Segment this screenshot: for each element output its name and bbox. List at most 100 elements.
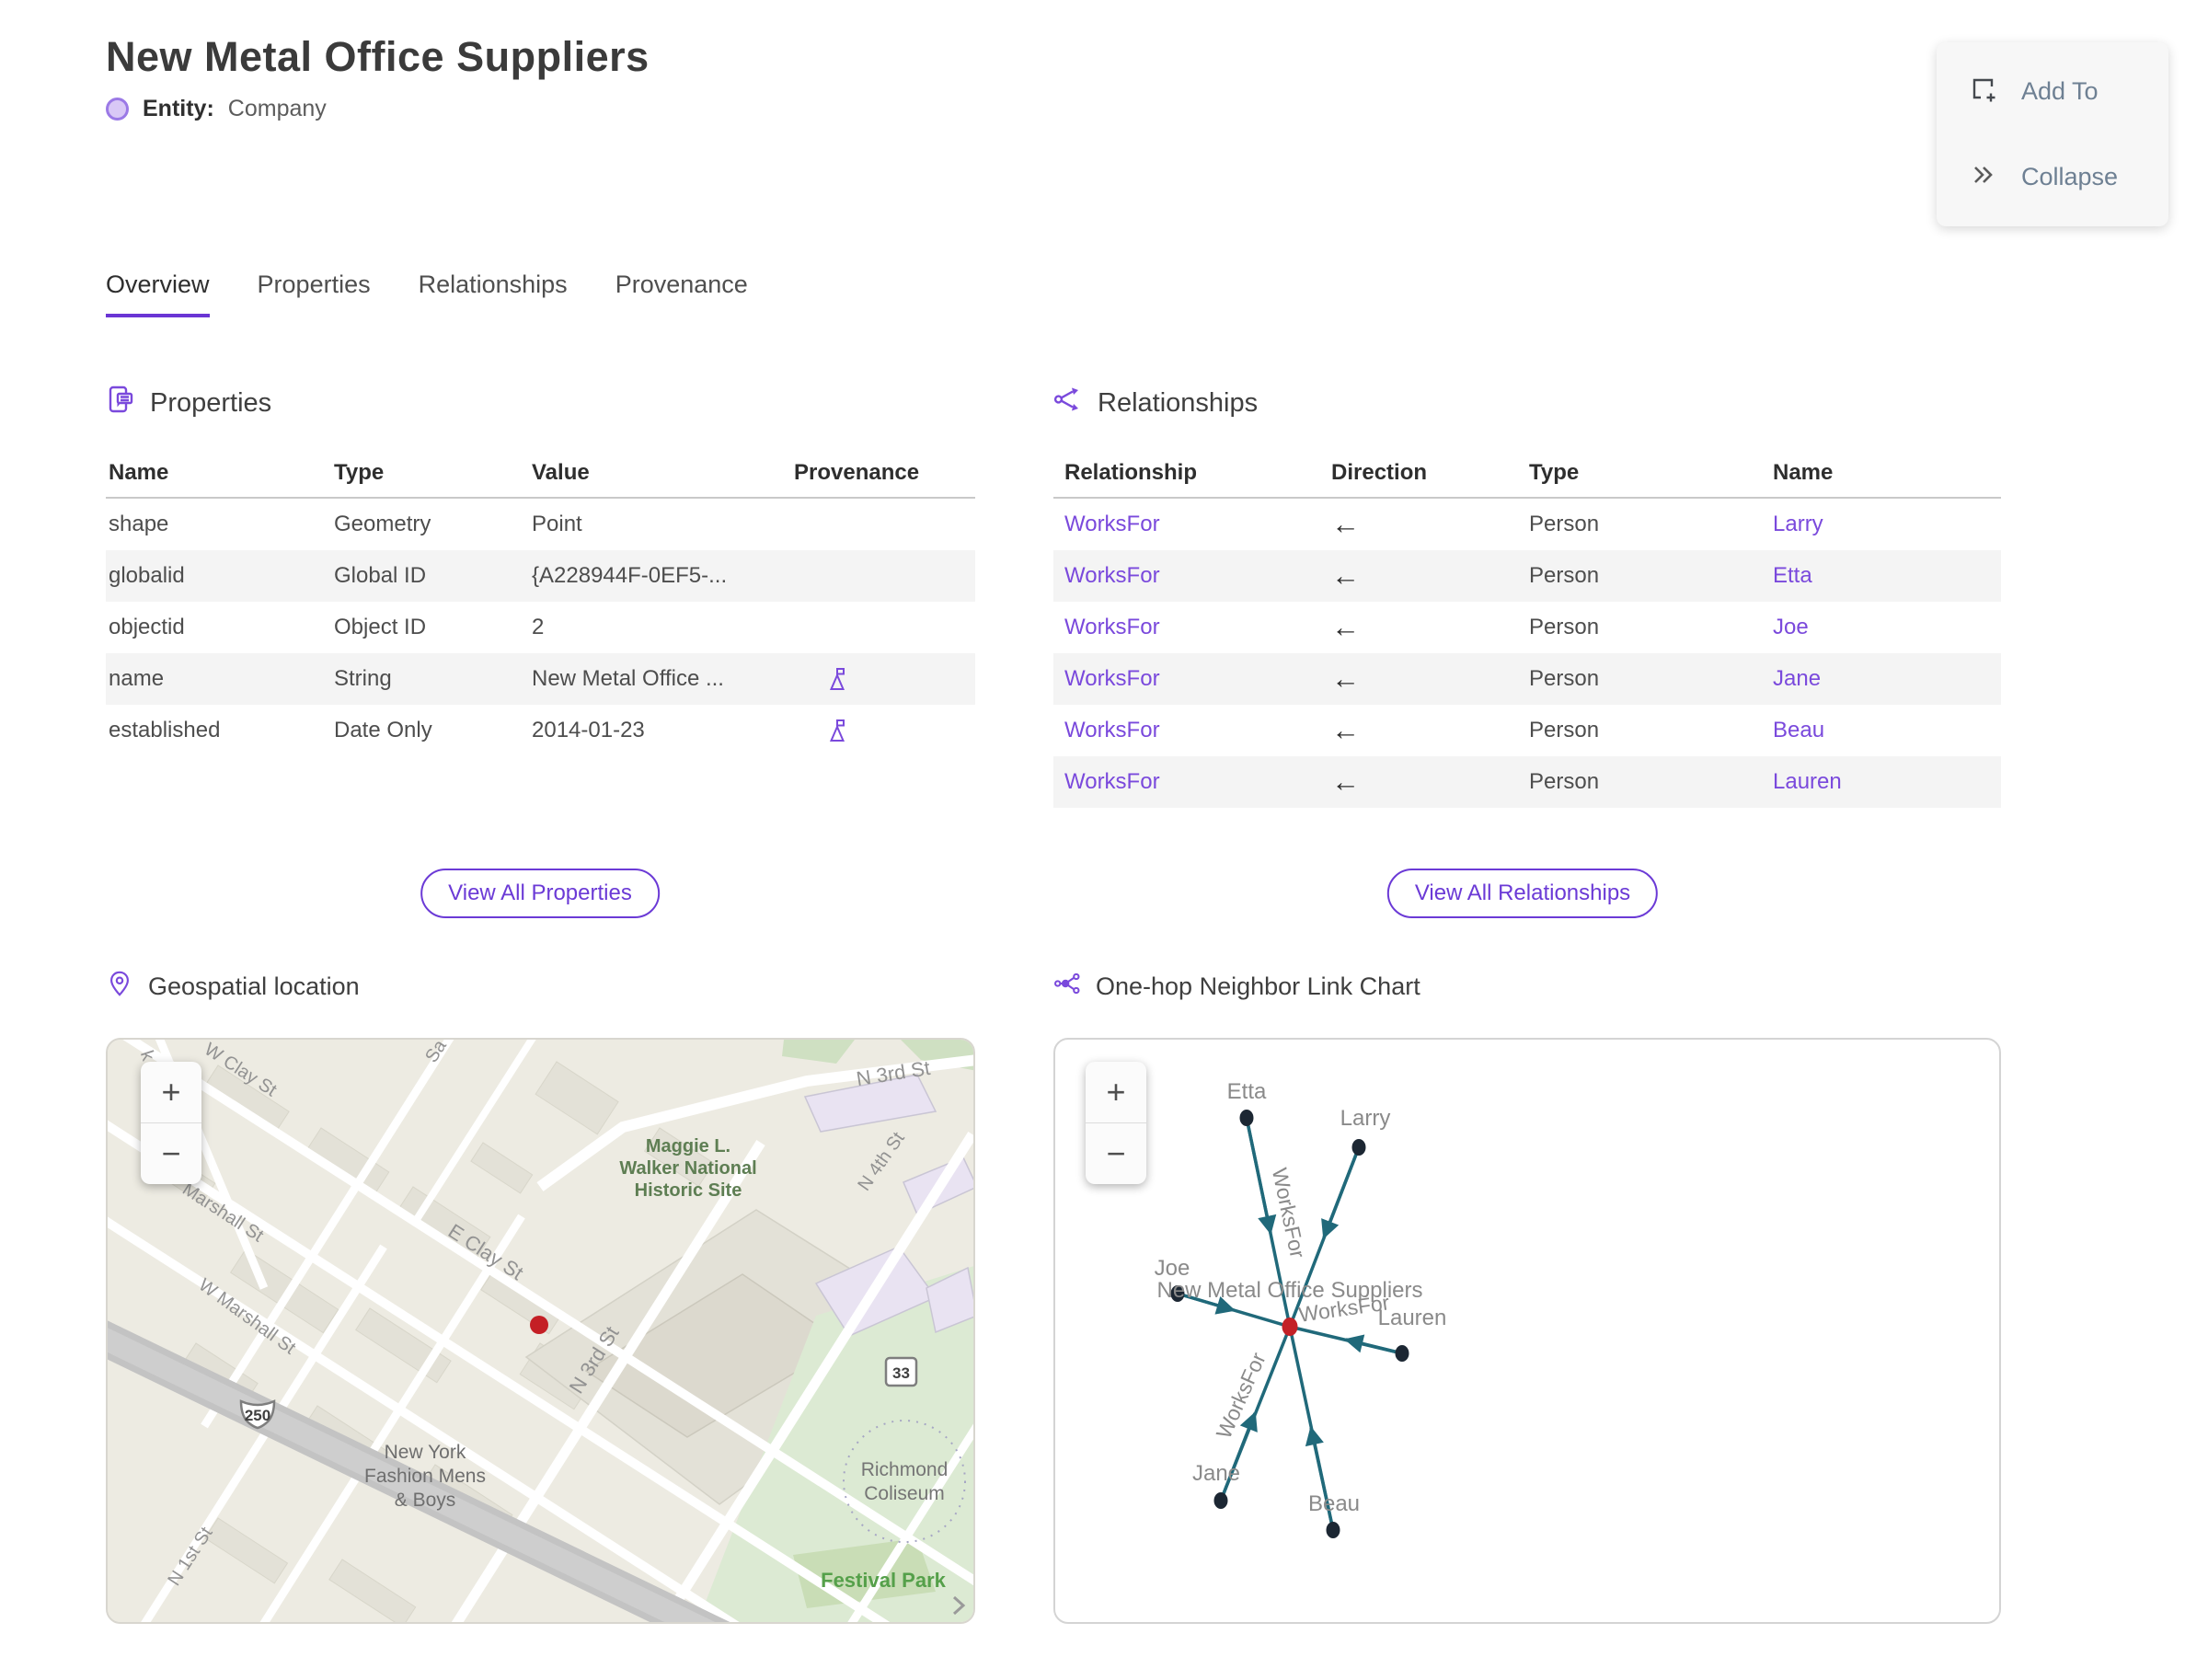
svg-text:New York: New York: [385, 1442, 466, 1463]
svg-text:Richmond: Richmond: [861, 1459, 949, 1480]
provenance-flag-icon[interactable]: [791, 665, 975, 693]
col-relationship: Relationship: [1064, 460, 1198, 485]
entity-link[interactable]: Beau: [1762, 718, 2001, 743]
svg-text:Walker National: Walker National: [619, 1158, 756, 1179]
col-value: Value: [532, 460, 590, 485]
table-row: established Date Only 2014-01-23: [106, 705, 975, 756]
relationship-link[interactable]: WorksFor: [1053, 563, 1320, 589]
col-provenance: Provenance: [794, 460, 920, 485]
direction-arrow: ←: [1331, 765, 1360, 798]
node-label: Beau: [1308, 1491, 1360, 1516]
map-pin-icon: [106, 970, 133, 1004]
svg-text:& Boys: & Boys: [395, 1490, 456, 1511]
node-lauren[interactable]: [1395, 1345, 1409, 1362]
tab-provenance[interactable]: Provenance: [615, 270, 748, 317]
poi-label-festival-park: Festival Park: [821, 1569, 947, 1592]
relationships-section-heading: Relationships: [1053, 385, 1258, 421]
relationships-heading-label: Relationships: [1098, 387, 1259, 418]
view-all-relationships-button[interactable]: View All Relationships: [1386, 869, 1659, 918]
geospatial-section-heading: Geospatial location: [106, 970, 360, 1004]
geospatial-heading-label: Geospatial location: [148, 972, 360, 1000]
collapse-button[interactable]: Collapse: [1937, 161, 2168, 193]
tab-overview[interactable]: Overview: [106, 270, 210, 317]
page-title: New Metal Office Suppliers: [106, 33, 650, 80]
node-beau[interactable]: [1326, 1522, 1340, 1538]
direction-arrow: ←: [1331, 508, 1360, 540]
node-larry[interactable]: [1351, 1139, 1366, 1156]
zoom-in-button[interactable]: +: [1086, 1062, 1146, 1123]
provenance-flag-icon[interactable]: [791, 717, 975, 744]
center-node-label: New Metal Office Suppliers: [1156, 1278, 1422, 1303]
properties-section-heading: Properties: [106, 385, 271, 421]
entity-link[interactable]: Lauren: [1762, 769, 2001, 795]
route-shield-250: 250: [239, 1399, 276, 1430]
svg-text:Historic Site: Historic Site: [635, 1180, 742, 1201]
zoom-out-button[interactable]: −: [1086, 1123, 1146, 1184]
actions-card: Add To Collapse: [1937, 42, 2168, 226]
col-name: Name: [1773, 460, 1834, 485]
entity-type-value: Company: [227, 96, 327, 121]
table-row: objectid Object ID 2: [109, 615, 545, 639]
direction-arrow: ←: [1331, 662, 1360, 695]
zoom-in-button[interactable]: +: [141, 1062, 201, 1123]
properties-icon: [106, 385, 135, 421]
node-label: Lauren: [1378, 1306, 1447, 1330]
linkchart-section-heading: One-hop Neighbor Link Chart: [1053, 970, 1420, 1004]
relationships-icon: [1053, 385, 1083, 421]
node-label: Etta: [1227, 1079, 1267, 1104]
zoom-out-button[interactable]: −: [141, 1123, 201, 1184]
relationship-link[interactable]: WorksFor: [1053, 769, 1320, 795]
properties-table: Name Type Value Provenance shape Geometr…: [106, 449, 975, 756]
entity-link[interactable]: Joe: [1762, 615, 2001, 640]
col-name: Name: [109, 460, 169, 485]
entity-link[interactable]: Etta: [1762, 563, 2001, 589]
chart-zoom-control: + −: [1086, 1062, 1146, 1184]
table-row: globalid Global ID {A228944F-0EF5-...: [106, 550, 975, 602]
node-label: Jane: [1192, 1461, 1240, 1486]
col-type: Type: [334, 460, 385, 485]
add-to-icon: [1970, 75, 1997, 108]
col-direction: Direction: [1331, 460, 1428, 485]
entity-link[interactable]: Larry: [1762, 512, 2001, 537]
svg-text:250: 250: [245, 1407, 270, 1424]
direction-arrow: ←: [1331, 559, 1360, 592]
route-shield-33: 33: [884, 1356, 918, 1387]
map-marker[interactable]: [530, 1316, 548, 1334]
add-to-label: Add To: [2021, 77, 2099, 105]
table-row: WorksFor ← Person Beau: [1053, 705, 2001, 756]
svg-text:Coliseum: Coliseum: [864, 1483, 945, 1504]
direction-arrow: ←: [1331, 714, 1360, 746]
entity-row: Entity: Company: [106, 96, 327, 122]
relationship-link[interactable]: WorksFor: [1053, 666, 1320, 692]
map-zoom-control: + −: [141, 1062, 201, 1184]
table-row: WorksFor ← Person Joe: [1053, 602, 2001, 653]
entity-type-icon: [106, 98, 129, 121]
node-center[interactable]: [1282, 1318, 1298, 1336]
properties-heading-label: Properties: [150, 387, 272, 418]
relationship-link[interactable]: WorksFor: [1053, 718, 1320, 743]
table-row: WorksFor ← Person Lauren: [1053, 756, 2001, 808]
entity-label: Entity:: [143, 96, 214, 121]
tab-bar: Overview Properties Relationships Proven…: [106, 270, 748, 317]
table-row: WorksFor ← Person Larry: [1053, 499, 2001, 550]
svg-text:Fashion Mens: Fashion Mens: [364, 1466, 486, 1487]
collapse-icon: [1970, 161, 1997, 193]
relationship-link[interactable]: WorksFor: [1053, 512, 1320, 537]
map[interactable]: 250 33 W Clay St Marshall St W Marshall …: [106, 1038, 975, 1624]
link-chart[interactable]: WorksFor WorksFor WorksFor Etta Larry Jo…: [1053, 1038, 2001, 1624]
add-to-button[interactable]: Add To: [1937, 75, 2168, 108]
direction-arrow: ←: [1331, 611, 1360, 643]
node-etta[interactable]: [1239, 1110, 1254, 1126]
relationships-table: Relationship Direction Type Name WorksFo…: [1053, 449, 2001, 808]
node-label: Larry: [1340, 1106, 1391, 1131]
node-jane[interactable]: [1213, 1492, 1228, 1509]
map-canvas: 250 33 W Clay St Marshall St W Marshall …: [108, 1040, 973, 1622]
relationships-table-header: Relationship Direction Type Name: [1053, 449, 2001, 499]
table-row: shape Geometry Point: [109, 512, 582, 536]
relationship-link[interactable]: WorksFor: [1053, 615, 1320, 640]
entity-link[interactable]: Jane: [1762, 666, 2001, 692]
properties-table-header: Name Type Value Provenance: [106, 449, 975, 499]
tab-relationships[interactable]: Relationships: [419, 270, 568, 317]
view-all-properties-button[interactable]: View All Properties: [420, 869, 660, 918]
tab-properties[interactable]: Properties: [258, 270, 371, 317]
